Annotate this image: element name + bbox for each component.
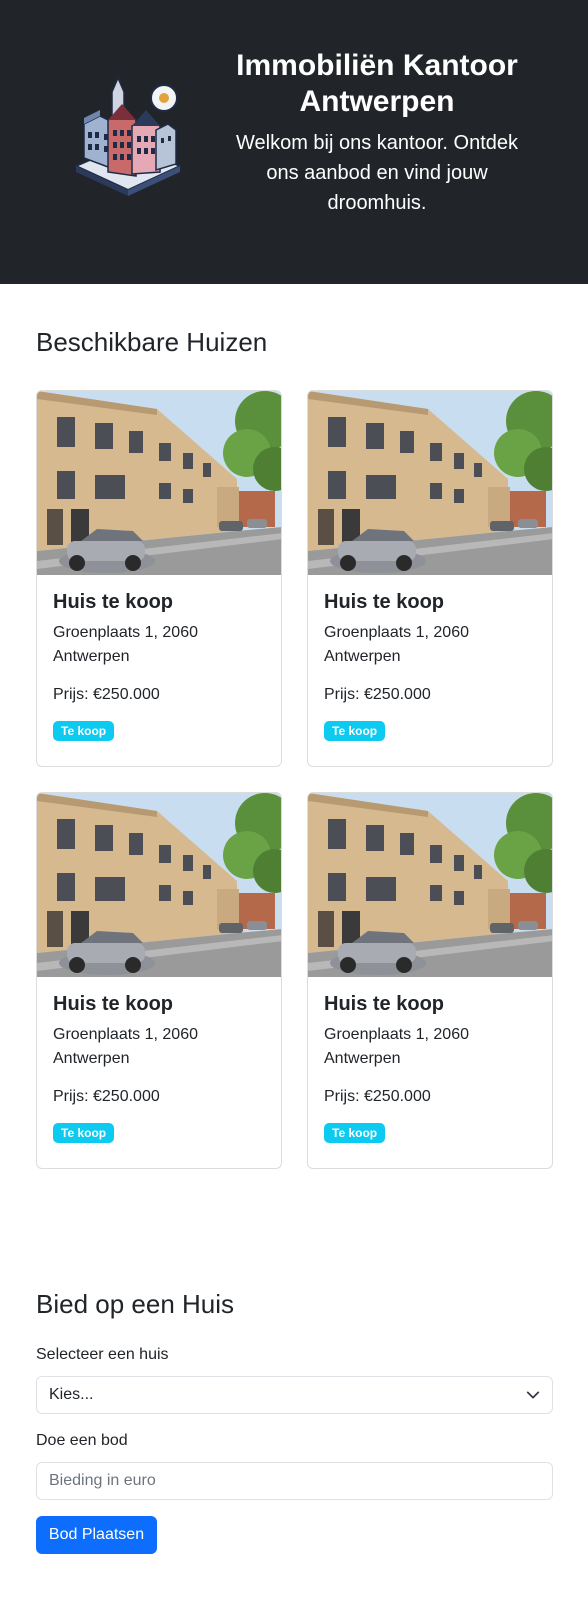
card-address: Groenplaats 1, 2060 Antwerpen	[324, 624, 469, 665]
card-title: Huis te koop	[324, 993, 445, 1015]
house-select[interactable]: Kies...	[36, 1376, 553, 1414]
site-header: Immobiliën Kantoor Antwerpen Welkom bij …	[0, 0, 588, 284]
house-photo	[37, 793, 282, 977]
chevron-down-icon	[526, 1391, 540, 1399]
card-price: Prijs: €250.000	[324, 1088, 431, 1105]
house-photo	[308, 391, 553, 575]
place-bid-button[interactable]: Bod Plaatsen	[36, 1516, 157, 1554]
card-title: Huis te koop	[324, 591, 445, 613]
house-card[interactable]: Huis te koop Groenplaats 1, 2060 Antwerp…	[307, 792, 553, 1169]
house-card[interactable]: Huis te koop Groenplaats 1, 2060 Antwerp…	[36, 390, 282, 767]
house-card[interactable]: Huis te koop Groenplaats 1, 2060 Antwerp…	[36, 792, 282, 1169]
page-title: Immobiliën Kantoor Antwerpen	[236, 49, 518, 118]
status-badge: Te koop	[324, 1123, 386, 1143]
house-photo	[37, 391, 282, 575]
bid-amount-label: Doe een bod	[36, 1432, 128, 1449]
card-title: Huis te koop	[53, 591, 174, 613]
status-badge: Te koop	[53, 1123, 115, 1143]
house-photo	[308, 793, 553, 977]
status-badge: Te koop	[53, 721, 115, 741]
card-price: Prijs: €250.000	[53, 1088, 160, 1105]
header-subtitle: Welkom bij ons kantoor. Ontdek ons aanbo…	[236, 132, 518, 214]
house-select-value: Kies...	[49, 1386, 94, 1403]
listings-heading: Beschikbare Huizen	[36, 327, 268, 357]
bid-amount-input[interactable]	[36, 1462, 553, 1500]
card-address: Groenplaats 1, 2060 Antwerpen	[53, 1026, 198, 1067]
card-title: Huis te koop	[53, 993, 174, 1015]
card-price: Prijs: €250.000	[324, 686, 431, 703]
status-badge: Te koop	[324, 721, 386, 741]
bid-heading: Bied op een Huis	[36, 1289, 235, 1319]
card-address: Groenplaats 1, 2060 Antwerpen	[324, 1026, 469, 1067]
header-text: Immobiliën Kantoor Antwerpen Welkom bij …	[232, 48, 522, 218]
house-card[interactable]: Huis te koop Groenplaats 1, 2060 Antwerp…	[307, 390, 553, 767]
select-house-label: Selecteer een huis	[36, 1346, 169, 1363]
isometric-city-buildings-icon	[73, 76, 183, 196]
card-price: Prijs: €250.000	[53, 686, 160, 703]
card-address: Groenplaats 1, 2060 Antwerpen	[53, 624, 198, 665]
